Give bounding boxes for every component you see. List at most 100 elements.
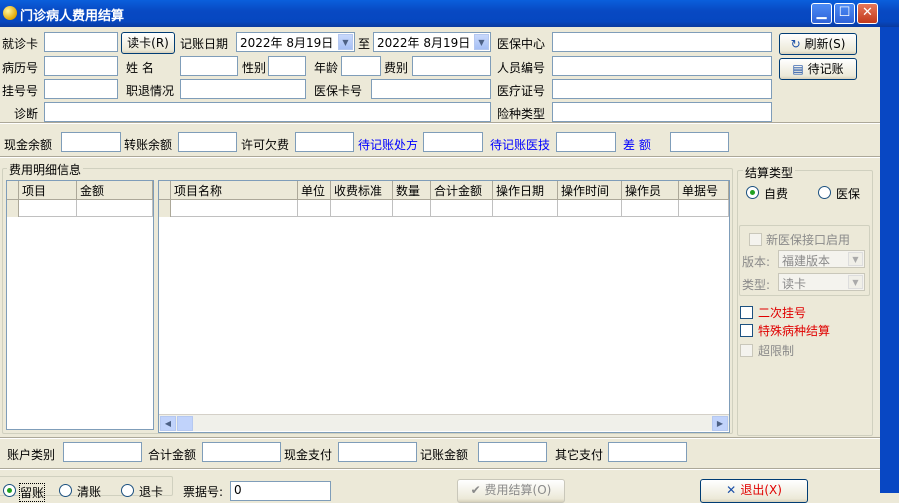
detail-group-title: 费用明细信息 bbox=[7, 161, 84, 178]
left-grid[interactable]: 项目 金额 bbox=[6, 180, 154, 430]
date-from-picker[interactable]: 2022年 8月19日 ▼ bbox=[236, 32, 355, 52]
card-label: 就诊卡 bbox=[2, 37, 39, 51]
right-col-header[interactable]: 单据号 bbox=[679, 181, 729, 200]
age-input[interactable] bbox=[341, 56, 381, 76]
grid-cell[interactable] bbox=[331, 200, 393, 217]
right-col-header[interactable]: 操作时间 bbox=[558, 181, 622, 200]
right-col-header[interactable]: 收费标准 bbox=[331, 181, 393, 200]
diagnosis-input[interactable] bbox=[44, 102, 491, 122]
option-label-2: 清账 bbox=[77, 485, 102, 499]
personnel-no-input[interactable] bbox=[552, 56, 772, 76]
scroll-right-icon[interactable]: ▶ bbox=[712, 416, 728, 431]
horizontal-scrollbar[interactable]: ◀ ▶ bbox=[159, 414, 729, 431]
insurance-center-input[interactable] bbox=[552, 32, 772, 52]
settle-button[interactable]: ✔ 费用结算(O) bbox=[457, 479, 565, 503]
self-pay-radio[interactable] bbox=[746, 186, 759, 199]
option-radio-1[interactable] bbox=[3, 484, 16, 497]
to-label: 至 bbox=[358, 37, 371, 51]
right-col-header[interactable]: 项目名称 bbox=[171, 181, 298, 200]
refresh-button[interactable]: ↻ 刷新(S) bbox=[779, 33, 857, 55]
grid-corner bbox=[7, 181, 19, 200]
pending-button[interactable]: ▤ 待记账 bbox=[779, 58, 857, 80]
allowed-arrears-label: 许可欠费 bbox=[241, 138, 290, 152]
option-radio-2[interactable] bbox=[59, 484, 72, 497]
over-limit-checkbox[interactable] bbox=[740, 344, 753, 357]
version-select[interactable]: 福建版本 ▼ bbox=[778, 250, 865, 268]
type-select[interactable]: 读卡 ▼ bbox=[778, 273, 865, 291]
retire-input[interactable] bbox=[180, 79, 306, 99]
transfer-balance-input[interactable] bbox=[178, 132, 237, 152]
secondary-reg-label: 二次挂号 bbox=[758, 306, 807, 320]
close-button[interactable]: ✕ bbox=[857, 3, 878, 24]
main-window: 就诊卡 读卡(R) 记账日期 2022年 8月19日 ▼ 至 2022年 8月19… bbox=[0, 27, 880, 503]
scroll-thumb[interactable] bbox=[177, 416, 193, 431]
date-to-picker[interactable]: 2022年 8月19日 ▼ bbox=[373, 32, 491, 52]
refresh-icon: ↻ bbox=[790, 37, 805, 51]
account-type-label: 账户类别 bbox=[7, 448, 56, 462]
insurance-radio[interactable] bbox=[818, 186, 831, 199]
exit-button[interactable]: ✕ 退出(X) bbox=[700, 479, 808, 503]
right-col-header[interactable]: 操作员 bbox=[622, 181, 679, 200]
cash-paid-input[interactable] bbox=[338, 442, 417, 462]
total-amount-input[interactable] bbox=[202, 442, 281, 462]
minimize-icon: ▁ bbox=[816, 5, 827, 20]
chevron-down-icon[interactable]: ▼ bbox=[848, 252, 863, 266]
row-indicator bbox=[159, 200, 171, 217]
account-type-input[interactable] bbox=[63, 442, 142, 462]
right-col-header[interactable]: 合计金额 bbox=[431, 181, 493, 200]
grid-cell[interactable] bbox=[19, 200, 77, 217]
new-interface-checkbox[interactable] bbox=[749, 233, 762, 246]
medical-cert-input[interactable] bbox=[552, 79, 772, 99]
chevron-down-icon[interactable]: ▼ bbox=[474, 34, 489, 50]
chevron-down-icon[interactable]: ▼ bbox=[848, 275, 863, 289]
record-no-input[interactable] bbox=[44, 56, 118, 76]
charged-amount-input[interactable] bbox=[478, 442, 547, 462]
grid-cell[interactable] bbox=[77, 200, 153, 217]
check-icon: ✔ bbox=[470, 483, 485, 497]
option-radio-3[interactable] bbox=[121, 484, 134, 497]
reg-no-input[interactable] bbox=[44, 79, 118, 99]
refresh-label: 刷新(S) bbox=[804, 37, 846, 51]
grid-cell[interactable] bbox=[493, 200, 558, 217]
right-col-header[interactable]: 数量 bbox=[393, 181, 431, 200]
close-icon: ✕ bbox=[862, 5, 873, 20]
grid-cell[interactable] bbox=[622, 200, 679, 217]
pending-tech-input[interactable] bbox=[556, 132, 616, 152]
grid-cell[interactable] bbox=[431, 200, 493, 217]
maximize-button[interactable]: ☐ bbox=[834, 3, 855, 24]
right-col-header[interactable]: 单位 bbox=[298, 181, 331, 200]
grid-cell[interactable] bbox=[393, 200, 431, 217]
left-col-header[interactable]: 金额 bbox=[77, 181, 153, 200]
insurance-type-input[interactable] bbox=[552, 102, 772, 122]
read-card-button[interactable]: 读卡(R) bbox=[121, 32, 175, 54]
new-interface-label: 新医保接口启用 bbox=[766, 233, 851, 247]
allowed-arrears-input[interactable] bbox=[295, 132, 354, 152]
other-paid-input[interactable] bbox=[608, 442, 687, 462]
separator bbox=[0, 468, 880, 470]
grid-cell[interactable] bbox=[558, 200, 622, 217]
grid-cell[interactable] bbox=[171, 200, 298, 217]
special-disease-checkbox[interactable] bbox=[740, 324, 753, 337]
pending-prescription-input[interactable] bbox=[423, 132, 483, 152]
fee-type-input[interactable] bbox=[412, 56, 491, 76]
gender-input[interactable] bbox=[268, 56, 306, 76]
transfer-balance-label: 转账余额 bbox=[124, 138, 173, 152]
title-bar: 门诊病人费用结算 ▁ ☐ ✕ bbox=[0, 0, 899, 27]
fee-type-label: 费别 bbox=[384, 61, 409, 75]
insurance-card-input[interactable] bbox=[371, 79, 491, 99]
grid-cell[interactable] bbox=[679, 200, 729, 217]
difference-input[interactable] bbox=[670, 132, 729, 152]
left-col-header[interactable]: 项目 bbox=[19, 181, 77, 200]
right-grid[interactable]: 项目名称 单位 收费标准 数量 合计金额 操作日期 操作时间 操作员 单据号 ◀… bbox=[158, 180, 730, 433]
over-limit-label: 超限制 bbox=[758, 344, 795, 358]
secondary-reg-checkbox[interactable] bbox=[740, 306, 753, 319]
cash-balance-input[interactable] bbox=[61, 132, 121, 152]
scroll-left-icon[interactable]: ◀ bbox=[160, 416, 176, 431]
name-input[interactable] bbox=[180, 56, 238, 76]
receipt-input[interactable]: 0 bbox=[230, 481, 331, 501]
chevron-down-icon[interactable]: ▼ bbox=[338, 34, 353, 50]
card-input[interactable] bbox=[44, 32, 118, 52]
minimize-button[interactable]: ▁ bbox=[811, 3, 832, 24]
grid-cell[interactable] bbox=[298, 200, 331, 217]
right-col-header[interactable]: 操作日期 bbox=[493, 181, 558, 200]
